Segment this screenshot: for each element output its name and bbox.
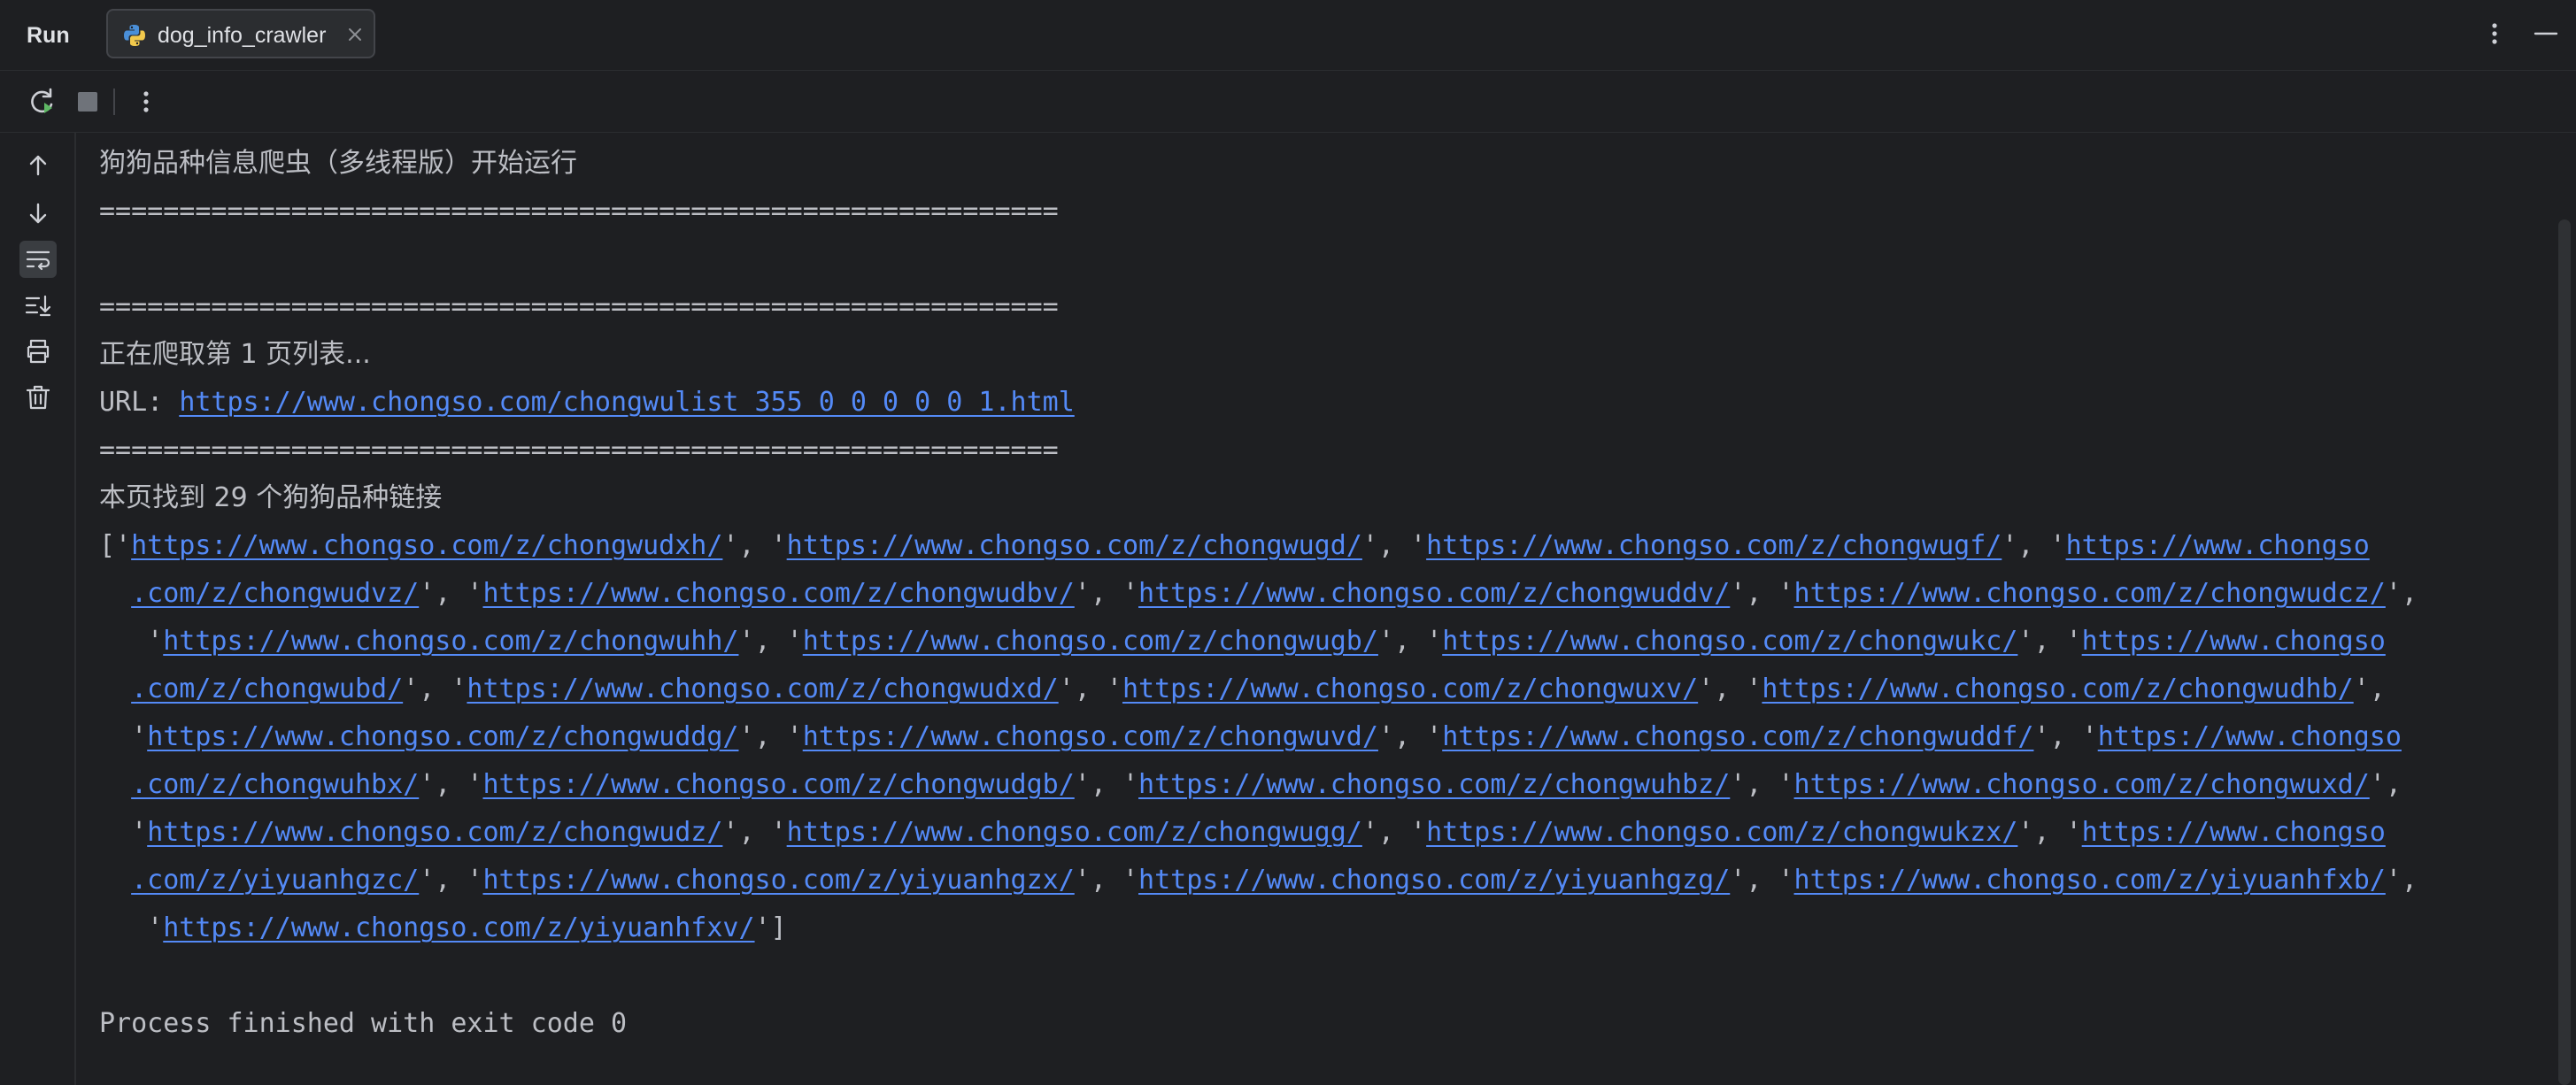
console-line-url: URL: https://www.chongso.com/chongwulist… [99, 379, 2542, 427]
console-link[interactable]: https://www.chongso.com/z/chongwudgb/ [482, 769, 1074, 800]
console-line-separator: ========================================… [99, 435, 1059, 466]
console-output[interactable]: 狗狗品种信息爬虫（多线程版）开始运行 =====================… [99, 140, 2542, 1078]
minimize-icon[interactable] [2530, 16, 2562, 51]
console-link[interactable]: https://www.chongso.com/z/chongwudxd/ [467, 673, 1058, 704]
run-header: Run dog_info_crawler [0, 0, 2576, 71]
console-link[interactable]: https://www.chongso.com/z/chongwuvd/ [803, 721, 1378, 752]
console-link[interactable]: https://www.chongso.com/z/chongwugb/ [803, 626, 1378, 657]
console-link-part[interactable]: https://www.chongso [2098, 721, 2402, 752]
link-list-line-4: .com/z/chongwubd/', 'https://www.chongso… [131, 673, 2386, 704]
close-icon[interactable] [343, 23, 366, 46]
console-line-exit: Process finished with exit code 0 [99, 1008, 628, 1039]
console-link-part[interactable]: https://www.chongso [2082, 817, 2386, 848]
console-link-part[interactable]: .com/z/chongwuhbx/ [131, 769, 419, 800]
console-link-part[interactable]: .com/z/chongwudvz/ [131, 578, 419, 609]
link-list-line-3: 'https://www.chongso.com/z/chongwuhh/', … [99, 626, 2386, 657]
console-link[interactable]: https://www.chongso.com/z/chongwukzx/ [1426, 817, 2017, 848]
console-line-crawling: 正在爬取第 1 页列表... [99, 339, 371, 370]
link-list-line-6: .com/z/chongwuhbx/', 'https://www.chongs… [131, 769, 2402, 800]
console-link-part[interactable]: .com/z/yiyuanhgzc/ [131, 865, 419, 896]
console-link[interactable]: https://www.chongso.com/z/yiyuanhfxb/ [1794, 865, 2386, 896]
console-line-title: 狗狗品种信息爬虫（多线程版）开始运行 [99, 148, 577, 179]
console-link[interactable]: https://www.chongso.com/z/chongwuddg/ [147, 721, 738, 752]
run-title: Run [27, 23, 70, 48]
tab-dog-info-crawler[interactable]: dog_info_crawler [106, 9, 375, 58]
console-link[interactable]: https://www.chongso.com/z/yiyuanhgzx/ [482, 865, 1074, 896]
tab-label: dog_info_crawler [158, 23, 327, 48]
console-link[interactable]: https://www.chongso.com/z/chongwukc/ [1442, 626, 2017, 657]
url-prefix: URL: [99, 387, 180, 418]
toolbar-separator [113, 88, 115, 115]
arrow-up-icon[interactable] [19, 147, 57, 184]
console-link[interactable]: https://www.chongso.com/z/chongwugg/ [787, 817, 1362, 848]
soft-wrap-icon[interactable] [19, 241, 57, 278]
console-link[interactable]: https://www.chongso.com/z/chongwuxd/ [1794, 769, 2370, 800]
console-link[interactable]: https://www.chongso.com/z/chongwudz/ [147, 817, 722, 848]
link-list-line-1: ['https://www.chongso.com/z/chongwudxh/'… [99, 530, 2370, 561]
console-scrollbar[interactable] [2558, 219, 2571, 1085]
console-link[interactable]: https://www.chongso.com/z/yiyuanhfxv/ [163, 912, 754, 943]
console-link[interactable]: https://www.chongso.com/z/yiyuanhgzg/ [1138, 865, 1730, 896]
arrow-down-icon[interactable] [19, 195, 57, 232]
console-line-separator: ========================================… [99, 196, 1059, 227]
console-gutter [0, 133, 76, 1085]
trash-icon[interactable] [19, 379, 57, 416]
print-icon[interactable] [19, 333, 57, 370]
console-link[interactable]: https://www.chongso.com/chongwulist_355_… [179, 387, 1074, 418]
console-link[interactable]: https://www.chongso.com/z/chongwugf/ [1426, 530, 2001, 561]
python-icon [124, 25, 145, 46]
console-line-separator: ========================================… [99, 291, 1059, 322]
stop-icon[interactable] [71, 85, 104, 119]
link-list-line-7: 'https://www.chongso.com/z/chongwudz/', … [99, 817, 2386, 848]
console-link[interactable]: https://www.chongso.com/z/chongwudbv/ [482, 578, 1074, 609]
console-link[interactable]: https://www.chongso.com/z/chongwuhh/ [163, 626, 738, 657]
scroll-to-end-icon[interactable] [19, 287, 57, 324]
console-link[interactable]: https://www.chongso.com/z/chongwudxh/ [131, 530, 722, 561]
rerun-icon[interactable] [25, 85, 58, 119]
console-link[interactable]: https://www.chongso.com/z/chongwudhb/ [1762, 673, 2353, 704]
console-link[interactable]: https://www.chongso.com/z/chongwugd/ [787, 530, 1362, 561]
link-list-line-2: .com/z/chongwudvz/', 'https://www.chongs… [131, 578, 2418, 609]
console-link[interactable]: https://www.chongso.com/z/chongwuhbz/ [1138, 769, 1730, 800]
console-link[interactable]: https://www.chongso.com/z/chongwuddf/ [1442, 721, 2033, 752]
run-tool-window: Run dog_info_crawler 狗狗品种信息爬虫（多线程版）开始运行 … [0, 0, 2576, 1085]
console-link-part[interactable]: https://www.chongso [2066, 530, 2370, 561]
console-link-part[interactable]: https://www.chongso [2082, 626, 2386, 657]
link-list-line-9: 'https://www.chongso.com/z/yiyuanhfxv/'] [99, 912, 787, 943]
console-link-part[interactable]: .com/z/chongwubd/ [131, 673, 403, 704]
link-list-line-5: 'https://www.chongso.com/z/chongwuddg/',… [99, 721, 2402, 752]
link-list-line-8: .com/z/yiyuanhgzc/', 'https://www.chongs… [131, 865, 2418, 896]
console-link[interactable]: https://www.chongso.com/z/chongwuddv/ [1138, 578, 1730, 609]
vertical-ellipsis-icon[interactable] [2484, 16, 2505, 51]
run-toolbar [0, 71, 2576, 133]
console-link[interactable]: https://www.chongso.com/z/chongwudcz/ [1794, 578, 2386, 609]
console-line-found: 本页找到 29 个狗狗品种链接 [99, 482, 443, 513]
vertical-ellipsis-icon[interactable] [129, 85, 163, 119]
console-link[interactable]: https://www.chongso.com/z/chongwuxv/ [1122, 673, 1698, 704]
